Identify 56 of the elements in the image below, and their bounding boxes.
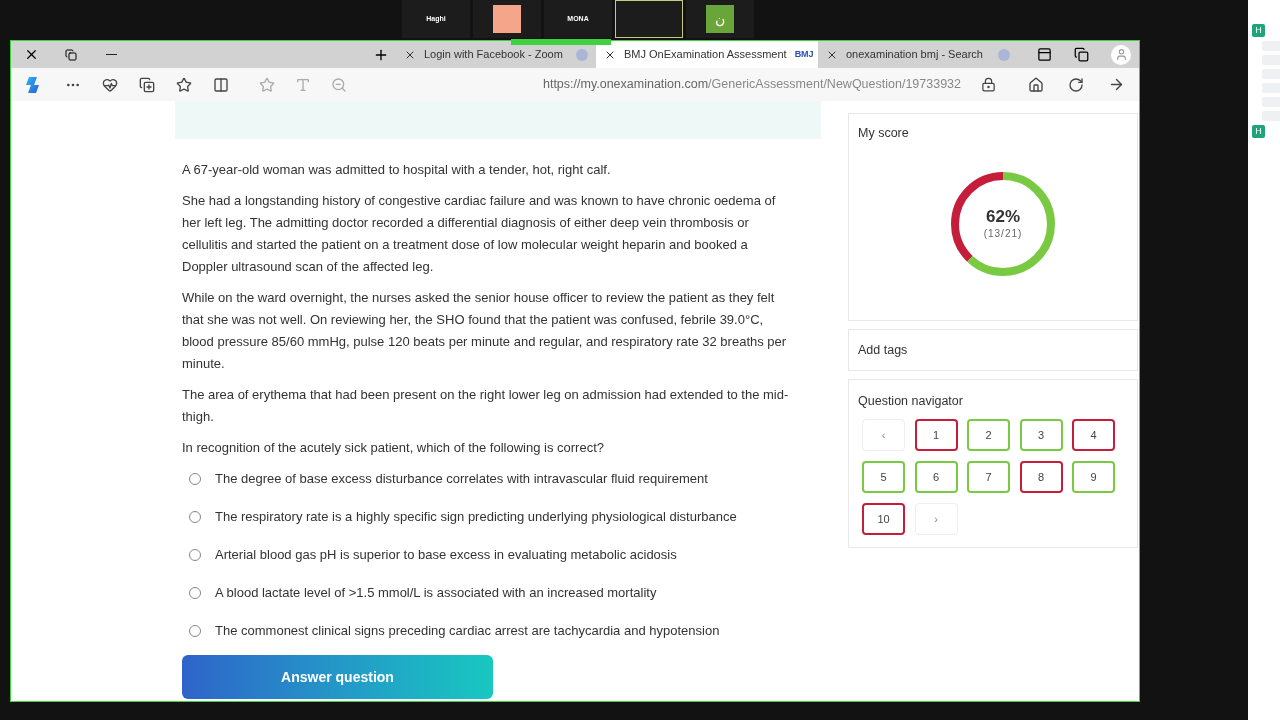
option-text: The commonest clinical signs preceding cardiac arrest are tachycardia and hypotension <box>215 622 720 641</box>
restore-icon <box>65 48 77 61</box>
question-number[interactable]: 1 <box>914 418 958 451</box>
tags-card[interactable]: Add tags <box>848 329 1138 371</box>
question-number[interactable]: 9 <box>1072 460 1115 493</box>
collections-add-icon[interactable] <box>139 76 155 93</box>
question-number[interactable]: 8 <box>1019 460 1063 493</box>
tab-actions-icon[interactable] <box>1037 47 1052 62</box>
question-number[interactable]: 3 <box>1019 418 1063 451</box>
refresh-icon[interactable] <box>1068 76 1084 93</box>
option-text: The degree of base excess disturbance correlates with intravascular fluid requirement <box>215 470 708 489</box>
participant-avatar: ن <box>706 5 734 33</box>
next-button[interactable]: › <box>914 502 958 535</box>
previous-button[interactable]: ‹ <box>862 418 905 451</box>
question-text: The area of erythema that had been present on the right lower leg on admission had extended to the mid-thigh. <box>182 386 790 426</box>
answer-option[interactable]: The commonest clinical signs preceding cardiac arrest are tachycardia and hypotension <box>189 620 848 642</box>
answer-option[interactable]: The respiratory rate is a highly specific sign predicting underlying physiological disturbance <box>189 506 848 528</box>
tab-title: BMJ OnExamination Assessment <box>624 47 787 63</box>
option-text: A blood lactate level of >1.5 mmol/L is associated with an increased mortality <box>215 584 657 603</box>
forward-icon[interactable] <box>1108 76 1125 93</box>
tab-title: onexamination bmj - Search <box>846 47 983 63</box>
score-fraction: (13/21) <box>983 226 1023 241</box>
question-number[interactable]: 7 <box>967 460 1010 493</box>
question-text: She had a longstanding history of congestive cardiac failure and was known to have chronic oedema of her left leg. The admitting doctor recorded a differential diagnosis of either deep vein thrombosis or cellulitis and started the patient on a treatment dose of low molecular weight heparin and booked a Doppler ultrasound scan of the affected leg. <box>182 192 777 276</box>
answer-option[interactable]: The degree of base excess disturbance correlates with intravascular fluid requirement <box>189 468 848 490</box>
question-text: A 67-year-old woman was admitted to hospital with a tender, hot, right calf. <box>182 161 612 179</box>
health-icon[interactable] <box>102 76 118 93</box>
avatar: H <box>1252 125 1265 138</box>
question-number[interactable]: 4 <box>1072 418 1115 451</box>
card-title: Question navigator <box>858 393 964 410</box>
lock-icon[interactable] <box>981 77 996 92</box>
favorite-star-icon[interactable] <box>259 76 275 93</box>
browser-tab[interactable]: BMJ OnExamination Assessment BMJ <box>596 41 818 68</box>
answer-button[interactable]: Answer question <box>182 655 493 699</box>
question-number[interactable]: 10 <box>862 502 905 535</box>
question-number[interactable]: 6 <box>914 460 958 493</box>
profile-icon[interactable] <box>1111 44 1131 65</box>
collections-icon[interactable] <box>1074 47 1089 62</box>
question-number[interactable]: 2 <box>967 418 1010 451</box>
question-text: In recognition of the acutely sick patient, which of the following is correct? <box>182 439 605 457</box>
avatar: H <box>1252 24 1265 37</box>
score-percent: 62% <box>986 207 1020 226</box>
answer-option[interactable]: Arterial blood gas pH is superior to base excess in evaluating metabolic acidosis <box>189 544 848 566</box>
option-text: The respiratory rate is a highly specific sign predicting underlying physiological disturbance <box>215 508 737 527</box>
card-title: Add tags <box>858 341 908 359</box>
minimize-icon <box>105 53 117 56</box>
question-text: While on the ward overnight, the nurses asked the senior house officer to review the patient as they felt that she was not well. On reviewing her, the SHO found that the patient was confused, febrile 39.0°C, blood pressure 85/60 mmHg, pulse 120 beats per minute and regular, and respiratory rate 32 breaths per minute. <box>182 289 788 373</box>
option-text: Arterial blood gas pH is superior to base excess in evaluating metabolic acidosis <box>215 546 677 565</box>
answer-option[interactable]: A blood lactate level of >1.5 mmol/L is associated with an increased mortality <box>189 582 848 604</box>
tab-title: Login with Facebook - Zoom <box>424 47 563 63</box>
split-screen-icon[interactable] <box>213 76 229 93</box>
favorites-icon[interactable] <box>176 76 192 93</box>
home-icon[interactable] <box>1028 76 1044 93</box>
card-title: My score <box>858 125 910 142</box>
site-label: BMJ <box>794 47 814 61</box>
question-number[interactable]: 5 <box>862 460 905 493</box>
